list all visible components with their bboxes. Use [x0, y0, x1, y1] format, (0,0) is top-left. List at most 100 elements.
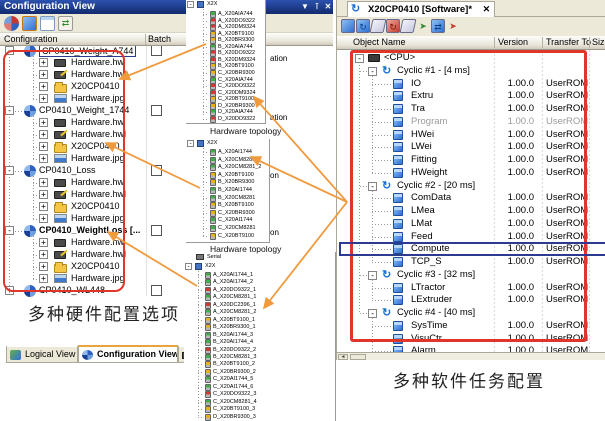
module-label: C_X20BT9100_3 [213, 406, 255, 412]
task-row[interactable]: Alarm1.00.0UserROM [337, 345, 605, 352]
eraser-icon[interactable] [370, 19, 387, 33]
module-label: A_X20BT9100_1 [213, 317, 255, 323]
module-icon [210, 149, 216, 156]
transfer-red-icon[interactable]: ↻ [386, 19, 400, 33]
tab-logical-view[interactable]: Logical View [6, 345, 78, 363]
hardware-topology-caption-2: Hardware topology [210, 244, 281, 254]
hardware-topology-caption-1: Hardware topology [210, 126, 281, 136]
column-batch[interactable]: Batch [148, 34, 171, 44]
module-icon [205, 324, 211, 331]
module-label: B_X20AIA744 [218, 44, 253, 50]
batch-checkbox[interactable] [151, 105, 162, 116]
module-icon [210, 11, 216, 18]
x2x-icon [197, 140, 204, 147]
right-tab-row: ↻ X20CP0410 [Software]* ✕ [337, 0, 605, 17]
configuration-view-icon [82, 350, 93, 360]
module-icon [210, 233, 216, 240]
module-label: A_X20AI1744 [218, 149, 252, 155]
expander-icon[interactable]: - [187, 1, 194, 8]
paste-green-icon[interactable]: ➤ [416, 19, 430, 33]
column-version[interactable]: Version [498, 37, 528, 47]
module-label: D_X20AIA744 [218, 109, 253, 115]
x2x-icon [197, 1, 204, 8]
module-icon [210, 210, 216, 217]
module-icon [205, 361, 211, 368]
module-label: B_X20BR9300_1 [213, 324, 256, 330]
batch-checkbox[interactable] [151, 225, 162, 236]
module-icon [205, 332, 211, 339]
task-name: Alarm [411, 345, 436, 352]
insert-module-icon[interactable] [22, 16, 37, 31]
module-icon [205, 302, 211, 309]
paste-red-icon[interactable]: ➤ [446, 19, 460, 33]
batch-checkbox[interactable] [151, 285, 162, 296]
batch-checkbox[interactable] [151, 46, 162, 56]
horizontal-scrollbar[interactable]: ◄ [337, 352, 605, 360]
package-icon[interactable] [341, 19, 355, 33]
scroll-thumb[interactable] [350, 354, 366, 360]
column-size[interactable]: Siz [592, 37, 605, 47]
scroll-left-icon[interactable]: ◄ [338, 354, 348, 360]
module-label: B_X20BT9100 [218, 63, 254, 69]
module-label: B_X20AI1744_3 [213, 332, 253, 338]
description-fragment: ation [270, 54, 287, 63]
tab-configuration-view[interactable]: Configuration View [78, 345, 178, 363]
serial-icon [196, 254, 204, 260]
hardware-topology-popup-3: Serial-X2XA_X20AI1744_1A_X20AI1744_2A_X2… [184, 252, 336, 421]
module-label: B_X20AI1744 [218, 187, 252, 193]
module-label: A_X20BT9100 [218, 172, 254, 178]
eraser2-icon[interactable] [400, 19, 417, 33]
x2x-label: X2X [207, 1, 217, 7]
export-icon[interactable]: ⇄ [58, 16, 73, 31]
module-icon [210, 116, 216, 123]
expander-icon[interactable]: - [187, 140, 194, 147]
hardware-topology-popup-1: -X2XA_X20AIA744A_X20DO9322A_X20DM9324A_X… [186, 0, 266, 124]
configuration-manager-icon[interactable] [4, 16, 19, 31]
x2x-icon [195, 263, 202, 270]
module-label: C_X20BR9300 [218, 210, 255, 216]
panel-titlebar: Configuration View ▼ ⊺ ✕ [0, 0, 333, 14]
module-label: C_X20AI1744 [218, 217, 252, 223]
left-toolbar: ⇄ [0, 14, 333, 33]
module-label: C_X20DM9324 [218, 90, 256, 96]
column-settings-icon[interactable] [40, 16, 55, 31]
transfer-icon[interactable]: ↻ [356, 19, 370, 33]
module-icon [205, 294, 211, 301]
module-label: A_X20CM8281_2 [213, 309, 256, 315]
module-icon [210, 70, 216, 77]
column-configuration[interactable]: Configuration [4, 34, 58, 44]
module-label: A_X20DO9322 [218, 18, 255, 24]
right-toolbar: ↻ ↻ ➤⇄➤ [337, 17, 605, 36]
module-icon [210, 172, 216, 179]
column-object-name[interactable]: Object Name [353, 37, 406, 47]
chevron-down-icon[interactable]: ▼ [299, 1, 311, 12]
module-label: A_X20DM9324 [218, 24, 255, 30]
module-label: A_X20CM8281_1 [218, 157, 261, 163]
serial-label: Serial [207, 254, 221, 260]
module-label: D_X20BR9300_3 [213, 414, 256, 420]
right-column-header: Object Name Version Transfer To Siz [337, 36, 605, 50]
module-label: A_X20DC2396_1 [213, 302, 256, 308]
close-icon[interactable]: ✕ [322, 1, 334, 12]
module-label: B_X20BR9300 [218, 37, 254, 43]
module-label: B_X20BR9300 [218, 179, 254, 185]
module-icon [210, 187, 216, 194]
tab-close-icon[interactable]: ✕ [483, 4, 491, 14]
module-icon [210, 179, 216, 186]
batch-checkbox[interactable] [151, 165, 162, 176]
x2x-label: X2X [207, 140, 217, 146]
module-icon [205, 347, 211, 354]
module-icon [210, 195, 216, 202]
module-label: D_X20BR9300 [218, 103, 255, 109]
copy-blue-icon[interactable]: ⇄ [431, 19, 445, 33]
module-icon [210, 225, 216, 232]
module-label: A_X20CM8281_2 [218, 164, 261, 170]
module-label: B_X20BT9100 [218, 202, 254, 208]
panel-title: Configuration View [4, 1, 95, 12]
expander-icon[interactable]: - [185, 263, 192, 270]
column-transfer-to[interactable]: Transfer To [546, 37, 591, 47]
module-icon [205, 376, 211, 383]
module-label: B_X20DO9322 [218, 50, 255, 56]
module-label: C_X20AI1744_6 [213, 384, 253, 390]
tab-x20cp0410-software[interactable]: ↻ X20CP0410 [Software]* ✕ [347, 1, 495, 17]
